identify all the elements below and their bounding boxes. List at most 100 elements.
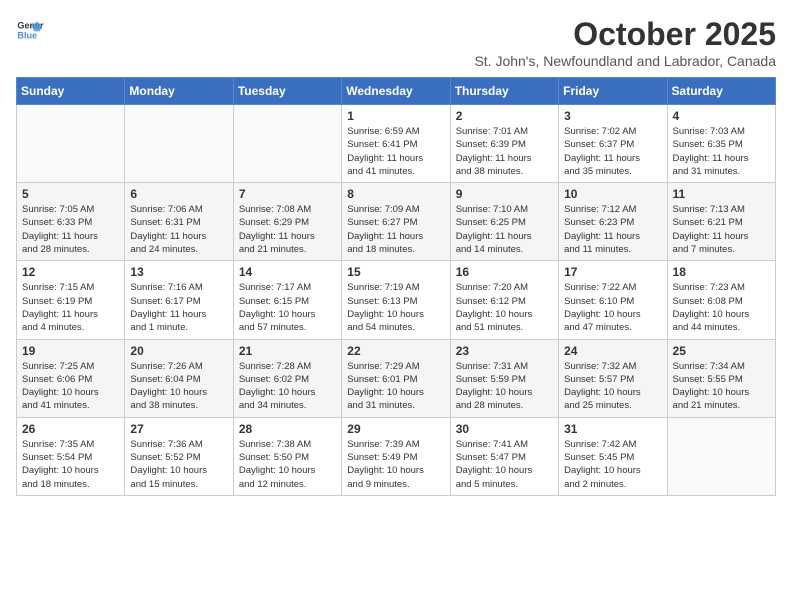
calendar-cell: 4Sunrise: 7:03 AM Sunset: 6:35 PM Daylig… — [667, 105, 775, 183]
calendar-cell: 7 Sunrise: 7:08 AM Sunset: 6:29 PM Daylig… — [233, 183, 341, 261]
day-number: 3 — [564, 109, 661, 123]
day-info: Sunrise: 7:20 AM Sunset: 6:12 PM Dayligh… — [456, 281, 553, 334]
day-info: Sunrise: 7:22 AM Sunset: 6:10 PM Dayligh… — [564, 281, 661, 334]
day-header-monday: Monday — [125, 78, 233, 105]
calendar-cell: 27 Sunrise: 7:36 AM Sunset: 5:52 PM Dayli… — [125, 417, 233, 495]
page-header: General Blue October 2025 St. John's, Ne… — [16, 16, 776, 69]
day-header-tuesday: Tuesday — [233, 78, 341, 105]
day-info: Sunrise: 7:32 AM Sunset: 5:57 PM Dayligh… — [564, 360, 661, 413]
day-number: 6 — [130, 187, 227, 201]
day-number: 16 — [456, 265, 553, 279]
day-info: Sunrise: 7:06 AM Sunset: 6:31 PM Dayligh… — [130, 203, 227, 256]
day-header-friday: Friday — [559, 78, 667, 105]
day-info: Sunrise: 7:34 AM Sunset: 5:55 PM Dayligh… — [673, 360, 770, 413]
calendar-cell: 25 Sunrise: 7:34 AM Sunset: 5:55 PM Dayli… — [667, 339, 775, 417]
day-info: Sunrise: 7:17 AM Sunset: 6:15 PM Dayligh… — [239, 281, 336, 334]
day-number: 19 — [22, 344, 119, 358]
calendar-cell: 16 Sunrise: 7:20 AM Sunset: 6:12 PM Dayli… — [450, 261, 558, 339]
day-number: 27 — [130, 422, 227, 436]
calendar-cell: 8 Sunrise: 7:09 AM Sunset: 6:27 PM Daylig… — [342, 183, 450, 261]
day-number: 26 — [22, 422, 119, 436]
calendar-cell: 23Sunrise: 7:31 AM Sunset: 5:59 PM Dayli… — [450, 339, 558, 417]
day-number: 22 — [347, 344, 444, 358]
calendar-cell — [17, 105, 125, 183]
calendar-cell: 13 Sunrise: 7:16 AM Sunset: 6:17 PM Dayli… — [125, 261, 233, 339]
calendar-cell: 30 Sunrise: 7:41 AM Sunset: 5:47 PM Dayli… — [450, 417, 558, 495]
day-info: Sunrise: 7:38 AM Sunset: 5:50 PM Dayligh… — [239, 438, 336, 491]
calendar-week-row: 5 Sunrise: 7:05 AM Sunset: 6:33 PM Daylig… — [17, 183, 776, 261]
calendar-week-row: 1 Sunrise: 6:59 AM Sunset: 6:41 PM Daylig… — [17, 105, 776, 183]
calendar-table: SundayMondayTuesdayWednesdayThursdayFrid… — [16, 77, 776, 496]
day-number: 9 — [456, 187, 553, 201]
day-info: Sunrise: 7:08 AM Sunset: 6:29 PM Dayligh… — [239, 203, 336, 256]
day-number: 30 — [456, 422, 553, 436]
day-info: Sunrise: 7:13 AM Sunset: 6:21 PM Dayligh… — [673, 203, 770, 256]
day-number: 2 — [456, 109, 553, 123]
svg-text:Blue: Blue — [17, 30, 37, 40]
day-number: 5 — [22, 187, 119, 201]
day-info: Sunrise: 7:03 AM Sunset: 6:35 PM Dayligh… — [673, 125, 770, 178]
day-number: 14 — [239, 265, 336, 279]
day-number: 12 — [22, 265, 119, 279]
calendar-cell: 3 Sunrise: 7:02 AM Sunset: 6:37 PM Daylig… — [559, 105, 667, 183]
calendar-cell: 31 Sunrise: 7:42 AM Sunset: 5:45 PM Dayli… — [559, 417, 667, 495]
calendar-cell: 29Sunrise: 7:39 AM Sunset: 5:49 PM Dayli… — [342, 417, 450, 495]
day-info: Sunrise: 7:02 AM Sunset: 6:37 PM Dayligh… — [564, 125, 661, 178]
title-block: October 2025 St. John's, Newfoundland an… — [474, 16, 776, 69]
calendar-cell: 26 Sunrise: 7:35 AM Sunset: 5:54 PM Dayli… — [17, 417, 125, 495]
calendar-week-row: 19 Sunrise: 7:25 AM Sunset: 6:06 PM Dayli… — [17, 339, 776, 417]
calendar-cell — [667, 417, 775, 495]
day-info: Sunrise: 7:42 AM Sunset: 5:45 PM Dayligh… — [564, 438, 661, 491]
day-info: Sunrise: 7:23 AM Sunset: 6:08 PM Dayligh… — [673, 281, 770, 334]
day-info: Sunrise: 7:25 AM Sunset: 6:06 PM Dayligh… — [22, 360, 119, 413]
logo-icon: General Blue — [16, 16, 44, 44]
calendar-cell: 15 Sunrise: 7:19 AM Sunset: 6:13 PM Dayli… — [342, 261, 450, 339]
day-number: 21 — [239, 344, 336, 358]
day-number: 18 — [673, 265, 770, 279]
calendar-cell: 11 Sunrise: 7:13 AM Sunset: 6:21 PM Dayli… — [667, 183, 775, 261]
day-info: Sunrise: 7:15 AM Sunset: 6:19 PM Dayligh… — [22, 281, 119, 334]
calendar-cell: 6 Sunrise: 7:06 AM Sunset: 6:31 PM Daylig… — [125, 183, 233, 261]
day-info: Sunrise: 7:05 AM Sunset: 6:33 PM Dayligh… — [22, 203, 119, 256]
month-title: October 2025 — [474, 16, 776, 53]
calendar-header-row: SundayMondayTuesdayWednesdayThursdayFrid… — [17, 78, 776, 105]
day-info: Sunrise: 7:12 AM Sunset: 6:23 PM Dayligh… — [564, 203, 661, 256]
calendar-cell — [125, 105, 233, 183]
calendar-cell: 1 Sunrise: 6:59 AM Sunset: 6:41 PM Daylig… — [342, 105, 450, 183]
day-info: Sunrise: 7:29 AM Sunset: 6:01 PM Dayligh… — [347, 360, 444, 413]
day-number: 11 — [673, 187, 770, 201]
calendar-cell: 14 Sunrise: 7:17 AM Sunset: 6:15 PM Dayli… — [233, 261, 341, 339]
day-info: Sunrise: 7:28 AM Sunset: 6:02 PM Dayligh… — [239, 360, 336, 413]
day-info: Sunrise: 6:59 AM Sunset: 6:41 PM Dayligh… — [347, 125, 444, 178]
day-header-sunday: Sunday — [17, 78, 125, 105]
day-info: Sunrise: 7:09 AM Sunset: 6:27 PM Dayligh… — [347, 203, 444, 256]
calendar-cell — [233, 105, 341, 183]
day-info: Sunrise: 7:16 AM Sunset: 6:17 PM Dayligh… — [130, 281, 227, 334]
day-number: 15 — [347, 265, 444, 279]
day-number: 13 — [130, 265, 227, 279]
day-number: 31 — [564, 422, 661, 436]
day-header-wednesday: Wednesday — [342, 78, 450, 105]
calendar-cell: 21 Sunrise: 7:28 AM Sunset: 6:02 PM Dayli… — [233, 339, 341, 417]
calendar-cell: 2Sunrise: 7:01 AM Sunset: 6:39 PM Daylig… — [450, 105, 558, 183]
day-info: Sunrise: 7:26 AM Sunset: 6:04 PM Dayligh… — [130, 360, 227, 413]
day-number: 20 — [130, 344, 227, 358]
day-number: 28 — [239, 422, 336, 436]
calendar-cell: 17Sunrise: 7:22 AM Sunset: 6:10 PM Dayli… — [559, 261, 667, 339]
day-number: 8 — [347, 187, 444, 201]
day-info: Sunrise: 7:35 AM Sunset: 5:54 PM Dayligh… — [22, 438, 119, 491]
day-info: Sunrise: 7:36 AM Sunset: 5:52 PM Dayligh… — [130, 438, 227, 491]
day-info: Sunrise: 7:10 AM Sunset: 6:25 PM Dayligh… — [456, 203, 553, 256]
calendar-cell: 20 Sunrise: 7:26 AM Sunset: 6:04 PM Dayli… — [125, 339, 233, 417]
calendar-week-row: 26 Sunrise: 7:35 AM Sunset: 5:54 PM Dayli… — [17, 417, 776, 495]
calendar-cell: 5 Sunrise: 7:05 AM Sunset: 6:33 PM Daylig… — [17, 183, 125, 261]
calendar-week-row: 12 Sunrise: 7:15 AM Sunset: 6:19 PM Dayli… — [17, 261, 776, 339]
day-number: 25 — [673, 344, 770, 358]
day-number: 1 — [347, 109, 444, 123]
day-number: 7 — [239, 187, 336, 201]
day-info: Sunrise: 7:41 AM Sunset: 5:47 PM Dayligh… — [456, 438, 553, 491]
day-number: 24 — [564, 344, 661, 358]
day-info: Sunrise: 7:31 AM Sunset: 5:59 PM Dayligh… — [456, 360, 553, 413]
day-number: 10 — [564, 187, 661, 201]
day-info: Sunrise: 7:19 AM Sunset: 6:13 PM Dayligh… — [347, 281, 444, 334]
